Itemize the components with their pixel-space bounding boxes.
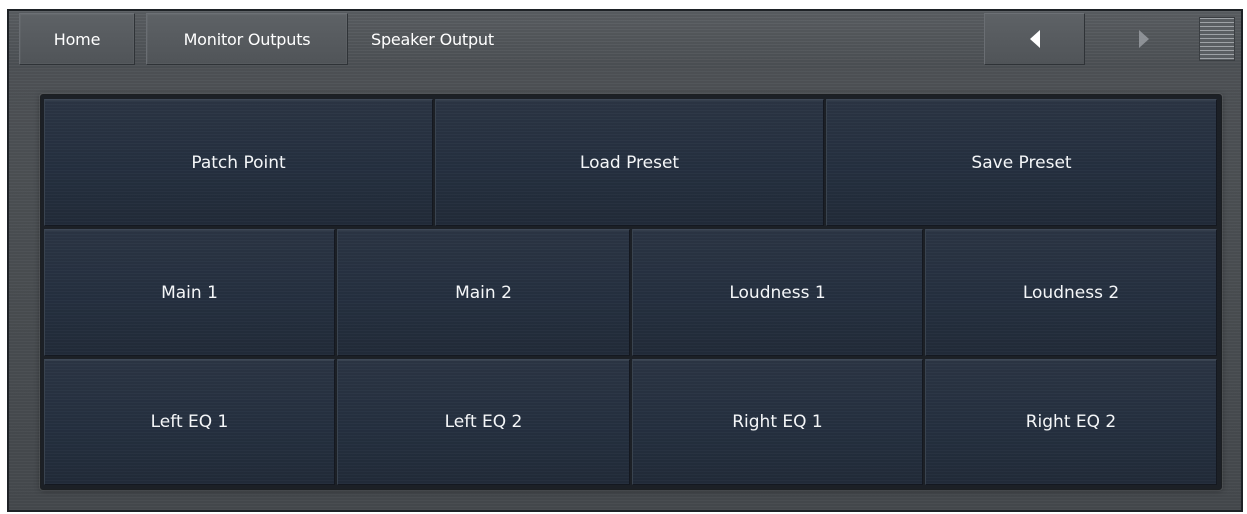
save-preset-button[interactable]: Save Preset [826,99,1217,226]
top-bar: Home Monitor Outputs Speaker Output [9,11,1241,69]
left-eq-2-button[interactable]: Left EQ 2 [337,359,630,485]
arrow-right-icon [1139,30,1149,48]
back-button[interactable] [984,13,1085,65]
left-eq-1-button[interactable]: Left EQ 1 [44,359,335,485]
monitor-outputs-button[interactable]: Monitor Outputs [146,13,348,65]
home-button[interactable]: Home [19,13,135,65]
main-2-button[interactable]: Main 2 [337,229,630,356]
button-grid: Patch Point Load Preset Save Preset Main… [40,94,1222,490]
forward-button[interactable] [1099,13,1189,65]
right-eq-1-button[interactable]: Right EQ 1 [632,359,923,485]
load-preset-button[interactable]: Load Preset [435,99,824,226]
arrow-left-icon [1029,30,1040,48]
window-frame: Home Monitor Outputs Speaker Output Patc… [7,9,1243,512]
patch-point-button[interactable]: Patch Point [44,99,433,226]
page-title: Speaker Output [371,29,494,49]
menu-lines-icon[interactable] [1199,17,1235,61]
loudness-1-button[interactable]: Loudness 1 [632,229,923,356]
main-1-button[interactable]: Main 1 [44,229,335,356]
loudness-2-button[interactable]: Loudness 2 [925,229,1217,356]
right-eq-2-button[interactable]: Right EQ 2 [925,359,1217,485]
